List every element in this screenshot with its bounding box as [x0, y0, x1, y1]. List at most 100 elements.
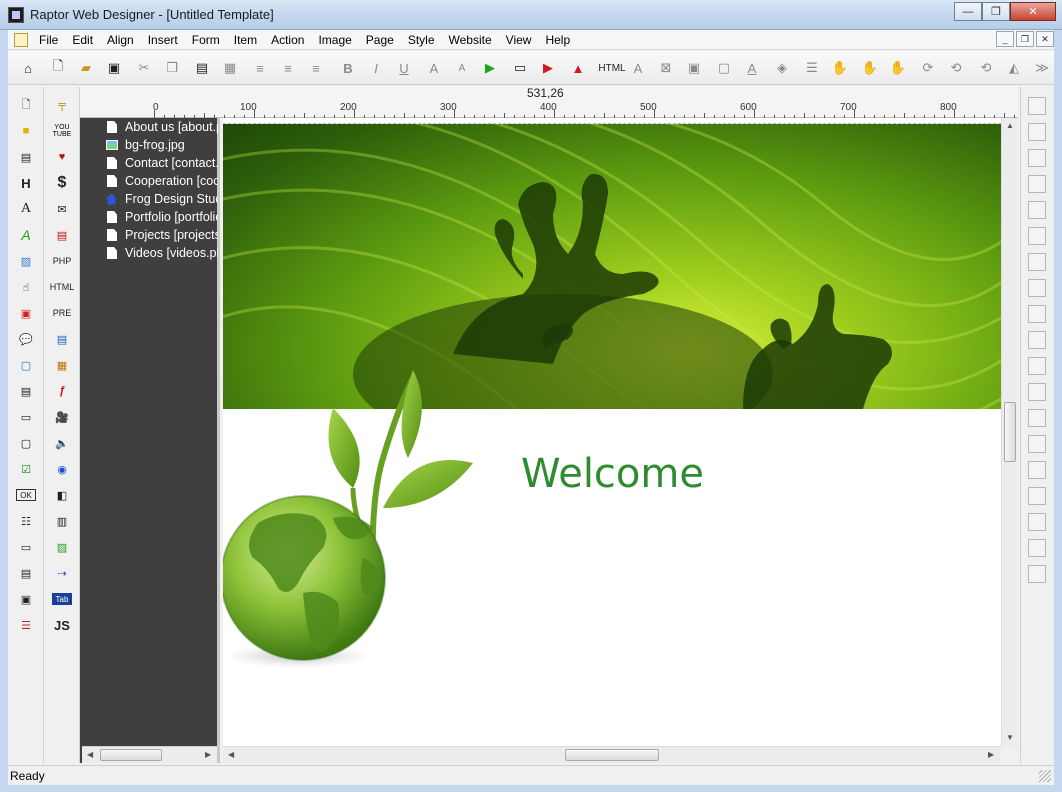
new-page-icon[interactable]: ⌂ — [18, 58, 38, 78]
page-icon[interactable]: 🗋 — [16, 95, 36, 115]
rotate-icon[interactable]: ⟳ — [918, 58, 938, 78]
new-template-icon[interactable]: 🗋 — [48, 58, 68, 78]
hand3-icon[interactable]: ✋ — [888, 58, 908, 78]
scroll-left-arrow-icon[interactable]: ◀ — [87, 750, 93, 759]
scroll-up-arrow-icon[interactable]: ▲ — [1006, 121, 1014, 130]
maximize-button[interactable]: ❐ — [982, 2, 1010, 21]
html-icon[interactable]: HTML — [598, 58, 626, 78]
menu-file[interactable]: File — [32, 30, 65, 50]
scroll-thumb[interactable] — [565, 749, 659, 761]
hand2-icon[interactable]: ✋ — [860, 58, 880, 78]
scroll-right-arrow-icon[interactable]: ▶ — [988, 750, 994, 759]
resize-grip-icon[interactable] — [1039, 770, 1051, 782]
align-right-icon[interactable] — [1028, 175, 1046, 193]
snap-icon[interactable]: ▣ — [684, 58, 704, 78]
title-bar[interactable]: Raptor Web Designer - [Untitled Template… — [0, 0, 1062, 30]
map-pin-icon[interactable]: ♥ — [52, 147, 72, 167]
same-size-icon[interactable] — [1028, 357, 1046, 375]
rotate3-icon[interactable]: ⟲ — [976, 58, 996, 78]
counter-icon[interactable]: ▣ — [16, 589, 36, 609]
youtube-icon[interactable]: YOU TUBE — [52, 121, 72, 141]
align-bottom-icon[interactable] — [1028, 123, 1046, 141]
center-v-icon[interactable] — [1028, 227, 1046, 245]
preview-browser-icon[interactable]: ▭ — [510, 58, 530, 78]
underline-icon[interactable]: U — [394, 58, 414, 78]
publish-icon[interactable]: ▶ — [538, 58, 558, 78]
mdi-restore-button[interactable]: ❐ — [1016, 31, 1034, 47]
text-effect-icon[interactable]: ⇢ — [52, 563, 72, 583]
paypal-icon[interactable]: $ — [52, 173, 72, 193]
textbox-icon[interactable]: ▭ — [16, 537, 36, 557]
menu-style[interactable]: Style — [401, 30, 442, 50]
align-top-icon[interactable] — [1028, 149, 1046, 167]
image-icon[interactable]: ▨ — [16, 251, 36, 271]
reset-icon[interactable] — [1028, 565, 1046, 583]
grid-icon[interactable]: ⊠ — [656, 58, 676, 78]
menu-help[interactable]: Help — [538, 30, 577, 50]
frame-icon[interactable]: ▤ — [16, 381, 36, 401]
menu-list-icon[interactable]: ☰ — [16, 615, 36, 635]
scroll-right-arrow-icon[interactable]: ▶ — [205, 750, 211, 759]
font-grow-icon[interactable]: A — [424, 58, 444, 78]
font-shrink-icon[interactable]: A — [452, 58, 472, 78]
tree-item-bg-frog[interactable]: bg-frog.jpg — [88, 136, 218, 154]
shape-group-icon[interactable]: ◧ — [52, 485, 72, 505]
flip-h-icon[interactable] — [1028, 513, 1046, 531]
paste-special-icon[interactable]: ▦ — [220, 58, 240, 78]
rotate-right-icon[interactable] — [1028, 487, 1046, 505]
align-left-icon[interactable]: ≡ — [250, 58, 270, 78]
menu-website[interactable]: Website — [442, 30, 499, 50]
heading-icon[interactable]: H — [16, 173, 36, 193]
flip-icon[interactable]: ◭ — [1004, 58, 1024, 78]
video-icon[interactable]: 🎥 — [52, 407, 72, 427]
flash-icon[interactable]: ƒ — [52, 381, 72, 401]
html-block-icon[interactable]: HTML — [50, 277, 75, 297]
distribute-v-icon[interactable] — [1028, 279, 1046, 297]
scroll-down-arrow-icon[interactable]: ▼ — [1006, 733, 1014, 742]
mail-icon[interactable]: ✉ — [52, 199, 72, 219]
comment-icon[interactable]: 💬 — [16, 329, 36, 349]
select-icon[interactable]: ▢ — [714, 58, 734, 78]
rotate2-icon[interactable]: ⟲ — [946, 58, 966, 78]
pre-icon[interactable]: PRE — [52, 303, 72, 323]
tree-item-about[interactable]: About us [about.php] — [88, 118, 218, 136]
copy-icon[interactable]: ❐ — [162, 58, 182, 78]
align-left-edge-icon[interactable] — [1028, 97, 1046, 115]
scroll-thumb[interactable] — [1004, 402, 1016, 462]
button-ok-icon[interactable]: ◉ — [52, 459, 72, 479]
bring-front-icon[interactable] — [1028, 409, 1046, 427]
align-center-icon[interactable]: ≡ — [278, 58, 298, 78]
menu-page[interactable]: Page — [359, 30, 401, 50]
slideshow-icon[interactable]: ▨ — [52, 537, 72, 557]
hand-icon[interactable]: ✋ — [830, 58, 850, 78]
tree-item-videos[interactable]: Videos [videos.php] — [88, 244, 218, 262]
group-icon[interactable] — [1028, 383, 1046, 401]
open-folder-icon[interactable]: ▰ — [76, 58, 96, 78]
menu-insert[interactable]: Insert — [141, 30, 185, 50]
globe-sprout-image[interactable] — [223, 348, 483, 678]
menu-align[interactable]: Align — [100, 30, 141, 50]
tree-horizontal-scrollbar[interactable]: ◀ ▶ — [82, 746, 217, 763]
menu-edit[interactable]: Edit — [65, 30, 100, 50]
close-button[interactable]: ✕ — [1010, 2, 1056, 21]
list-icon[interactable]: ☷ — [16, 511, 36, 531]
textarea-icon[interactable]: ▤ — [16, 563, 36, 583]
table-icon[interactable]: ╤ — [52, 95, 72, 115]
align-right-icon[interactable]: ≡ — [306, 58, 326, 78]
window-icon[interactable]: ▤ — [52, 329, 72, 349]
bold-icon[interactable]: B — [338, 58, 358, 78]
rss-icon[interactable]: ▤ — [52, 225, 72, 245]
canvas-horizontal-scrollbar[interactable]: ◀ ▶ — [223, 746, 1001, 763]
paste-icon[interactable]: ▤ — [192, 58, 212, 78]
tree-item-contact[interactable]: Contact [contact.php] — [88, 154, 218, 172]
same-height-icon[interactable] — [1028, 331, 1046, 349]
shape-icon[interactable]: ▣ — [16, 303, 36, 323]
inline-frame-icon[interactable]: ▭ — [16, 407, 36, 427]
menu-action[interactable]: Action — [264, 30, 311, 50]
tree-item-cooperation[interactable]: Cooperation [cooperation.php] — [88, 172, 218, 190]
tree-item-portfolio[interactable]: Portfolio [portfolio.php] — [88, 208, 218, 226]
tab-icon[interactable]: Tab — [52, 593, 72, 605]
design-canvas[interactable]: Welcome — [223, 118, 1001, 747]
styled-text-icon[interactable]: A — [16, 225, 36, 245]
line-icon[interactable]: ☰ — [802, 58, 822, 78]
